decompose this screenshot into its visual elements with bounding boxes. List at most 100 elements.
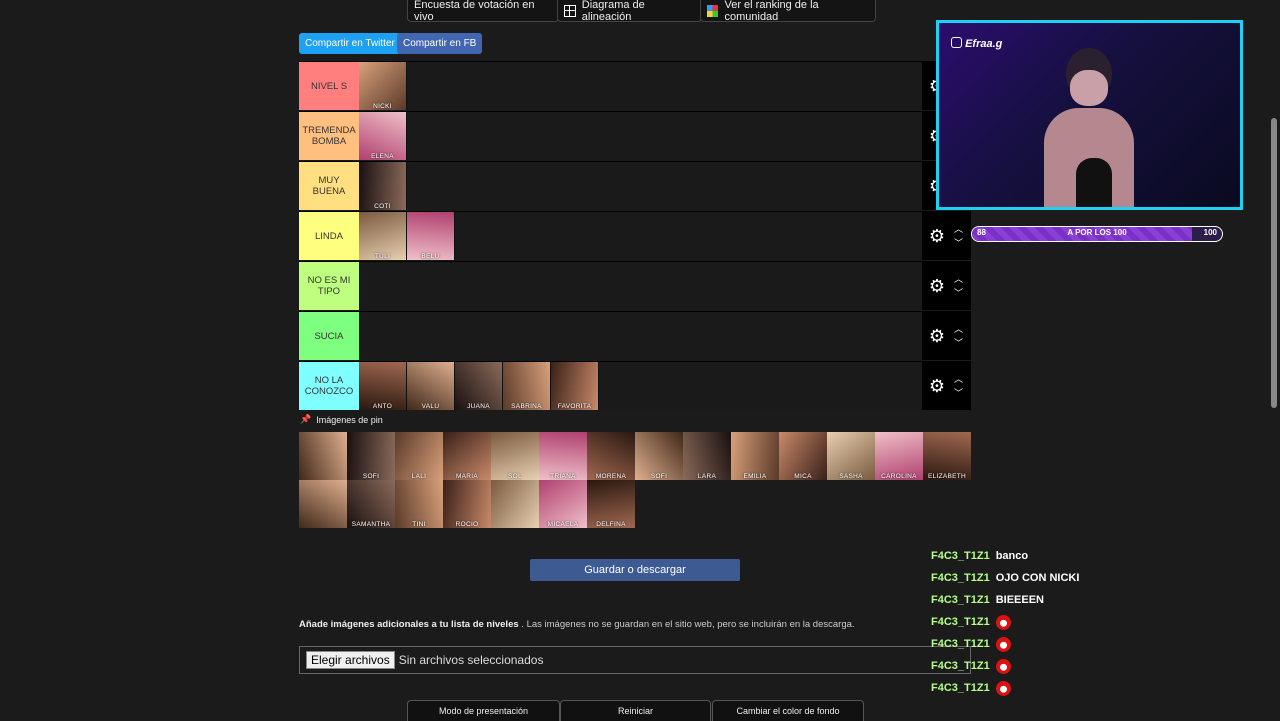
pool-image[interactable]: TINI [395,480,443,528]
chat-line: F4C3_T1Z1 [931,655,1079,677]
chat-message: OJO CON NICKI [995,572,1080,584]
tier-image[interactable]: COTI [359,162,407,210]
pool-image[interactable] [299,480,347,528]
choose-files-button[interactable]: Elegir archivos [306,651,395,669]
scroll-thumb[interactable] [1271,118,1277,408]
pool-image[interactable]: MICA [779,432,827,480]
thumb-caption: COTI [374,203,391,210]
file-picker[interactable]: Elegir archivos Sin archivos seleccionad… [299,646,971,674]
image-pool: SOFI LALI MARIA SOL TRIANA MORENA SOFI LARA EMIL… [299,432,971,528]
chat-username: F4C3_T1Z1 [931,594,990,606]
gear-icon[interactable]: ⚙ [926,226,948,247]
tier-image[interactable]: TULI [359,212,407,260]
thumb-caption: VALU [421,403,440,410]
goal-label: A POR LOS 100 [1067,228,1127,237]
thumb-caption: SAMANTHA [351,521,391,528]
chat-message: BIEEEEN [995,594,1044,606]
tier-image[interactable]: NICKI [359,62,407,110]
tier-label[interactable]: NO LA CONOZCO [299,362,359,410]
gear-icon[interactable]: ⚙ [926,326,948,347]
tier-image[interactable]: FAVORITA [551,362,599,410]
tier-label[interactable]: NO ES MI TIPO [299,262,359,310]
pool-image[interactable]: MARIA [443,432,491,480]
tier-image[interactable]: BELU [407,212,455,260]
thumb-caption: SOFI [362,473,380,480]
pool-image[interactable]: DELFINA [587,480,635,528]
pin-header-label: Imágenes de pin [316,414,383,425]
tier-image[interactable]: ELENA [359,112,407,160]
share-facebook-button[interactable]: Compartir en FB [397,33,483,54]
tier-row: LINDA TULI BELU ⚙ ︿ ﹀ [299,211,971,260]
pool-image[interactable]: SASHA [827,432,875,480]
thumb-caption: CAROLINA [881,473,917,480]
chat-username: F4C3_T1Z1 [931,572,990,584]
move-arrows: ︿﹀ [954,222,963,250]
chevron-down-icon[interactable]: ﹀ [954,386,963,400]
grid-icon [564,4,576,17]
tier-row: NIVEL SNICKI⚙︿﹀ [299,61,971,110]
pool-image[interactable]: LALI [395,432,443,480]
pool-image[interactable]: TRIANA [539,432,587,480]
tier-label[interactable]: MUY BUENA [299,162,359,210]
webcam-overlay: Efraa.g [936,20,1243,210]
pool-image[interactable]: CAROLINA [875,432,923,480]
tier-label[interactable]: NIVEL S [299,62,359,110]
chevron-up-icon[interactable]: ︿ [954,272,963,286]
thumb-caption: ELENA [371,153,394,160]
gear-icon[interactable]: ⚙ [926,276,948,297]
save-download-button[interactable]: Guardar o descargar [530,559,740,581]
tier-label[interactable]: TREMENDA BOMBA [299,112,359,160]
pool-image[interactable]: ELIZABETH [923,432,971,480]
file-status: Sin archivos seleccionados [398,653,544,667]
gear-icon[interactable]: ⚙ [926,376,948,397]
pool-image[interactable]: LARA [683,432,731,480]
pool-image[interactable]: SOFI [635,432,683,480]
pool-image[interactable]: MICAELA [539,480,587,528]
share-twitter-button[interactable]: Compartir en Twitter [299,33,401,54]
tier-items[interactable] [359,262,922,310]
add-images-note: . Las imágenes no se guardan en el sitio… [521,619,855,630]
thumb-caption: SOFI [650,473,668,480]
pool-image[interactable]: ROCIO [443,480,491,528]
thumb-caption: TRIANA [550,473,576,480]
chevron-down-icon[interactable]: ﹀ [954,336,963,350]
chevron-down-icon[interactable]: ﹀ [954,286,963,300]
tier-items[interactable] [359,312,922,360]
community-ranking-button[interactable]: Ver el ranking de la comunidad [700,0,876,23]
tier-image[interactable]: JUANA [455,362,503,410]
pool-image[interactable]: SAMANTHA [347,480,395,528]
tier-items[interactable]: NICKI [359,62,922,110]
reset-button[interactable]: Reiniciar [560,700,711,721]
tier-image[interactable]: SABRINA [503,362,551,410]
pool-image[interactable]: MORENA [587,432,635,480]
tier-items[interactable]: ANTO VALU JUANA SABRINA FAVORITA [359,362,922,410]
chevron-up-icon[interactable]: ︿ [954,322,963,336]
chat-line: F4C3_T1Z1 [931,677,1079,699]
change-background-button[interactable]: Cambiar el color de fondo [712,700,864,721]
alignment-chart-button[interactable]: Diagrama de alineación [557,0,702,23]
presentation-mode-button[interactable]: Modo de presentación [407,700,560,721]
tier-row: MUY BUENACOTI⚙︿﹀ [299,161,971,210]
emote-icon [995,680,1011,696]
tier-items[interactable]: COTI [359,162,922,210]
tier-label[interactable]: LINDA [299,212,359,260]
tier-row: SUCIA ⚙ ︿ ﹀ [299,311,971,360]
chevron-down-icon[interactable]: ﹀ [954,236,963,250]
pool-image[interactable]: EMILIA [731,432,779,480]
live-poll-button[interactable]: Encuesta de votación en vivo [407,0,559,23]
tier-items[interactable]: TULI BELU [359,212,922,260]
tier-label[interactable]: SUCIA [299,312,359,360]
pool-image[interactable] [491,480,539,528]
thumb-caption: SABRINA [511,403,542,410]
pool-image[interactable]: SOL [491,432,539,480]
tier-items[interactable]: ELENA [359,112,922,160]
pool-image[interactable] [299,432,347,480]
streamer-name: Efraa.g [965,38,1003,50]
chevron-up-icon[interactable]: ︿ [954,222,963,236]
tier-image[interactable]: ANTO [359,362,407,410]
tier-image[interactable]: VALU [407,362,455,410]
pushpin-icon: 📌 [300,414,312,424]
chevron-up-icon[interactable]: ︿ [954,372,963,386]
page-scrollbar[interactable] [1267,0,1280,720]
pool-image[interactable]: SOFI [347,432,395,480]
